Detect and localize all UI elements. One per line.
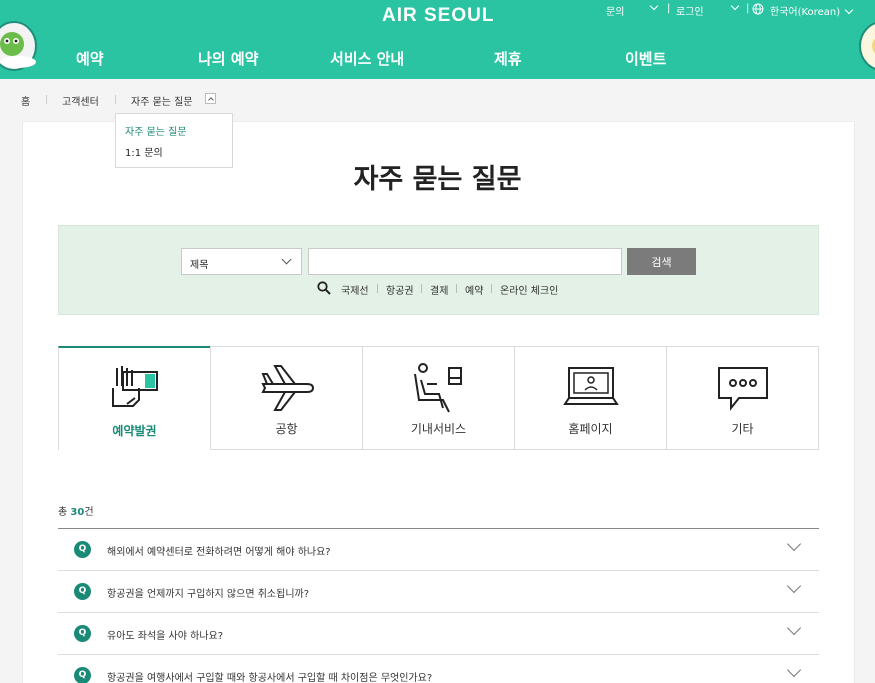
result-count: 총 30건 — [58, 503, 94, 518]
language-select[interactable]: 한국어(Korean) — [770, 3, 854, 18]
chevron-down-icon[interactable] — [645, 1, 659, 14]
tab-label: 공항 — [275, 422, 298, 436]
count-number: 30 — [70, 507, 85, 518]
breadcrumb-toggle-chevron-up-icon[interactable] — [205, 93, 216, 104]
chevron-down-icon — [786, 662, 802, 678]
breadcrumb-home[interactable]: 홈 — [21, 93, 30, 108]
ticket-hand-icon — [112, 366, 158, 407]
util-divider: | — [746, 3, 750, 14]
inquiry-label: 문의 — [606, 7, 625, 18]
nav-event[interactable]: 이벤트 — [625, 48, 666, 69]
login-menu[interactable]: 로그인 — [676, 3, 704, 18]
dropdown-item-inquiry[interactable]: 1:1 문의 — [125, 144, 163, 159]
breadcrumb-faq[interactable]: 자주 묻는 질문 — [131, 93, 193, 108]
keyword-divider — [491, 284, 492, 293]
search-type-value: 제목 — [190, 260, 209, 271]
q-badge: Q — [74, 541, 91, 558]
faq-question: 해외에서 예약센터로 전화하려면 어떻게 해야 하나요? — [107, 547, 331, 558]
faq-item[interactable]: Q 항공권을 언제까지 구입하지 않으면 취소됩니까? — [58, 571, 819, 613]
util-divider: | — [667, 3, 671, 14]
keyword-international[interactable]: 국제선 — [341, 282, 369, 297]
q-badge: Q — [74, 583, 91, 600]
breadcrumb-customer-center[interactable]: 고객센터 — [62, 93, 99, 108]
inquiry-menu[interactable]: 문의 — [606, 3, 624, 18]
tab-label: 기타 — [731, 422, 754, 436]
seat-icon — [414, 363, 462, 413]
dropdown-item-faq[interactable]: 자주 묻는 질문 — [125, 123, 187, 138]
keyword-online-checkin[interactable]: 온라인 체크인 — [500, 282, 558, 297]
chevron-down-icon — [786, 536, 802, 552]
q-badge: Q — [74, 667, 91, 683]
chevron-down-icon — [786, 620, 802, 636]
keyword-divider — [456, 284, 457, 293]
nav-my-booking[interactable]: 나의 예약 — [198, 48, 258, 69]
q-badge: Q — [74, 625, 91, 642]
chevron-down-icon — [844, 5, 854, 15]
search-icon — [317, 281, 331, 295]
faq-item[interactable]: Q 항공권을 여행사에서 구입할 때와 항공사에서 구입할 때 차이점은 무엇인… — [58, 655, 819, 683]
faq-question: 항공권을 언제까지 구입하지 않으면 취소됩니까? — [107, 589, 310, 600]
tab-label: 예약발권 — [112, 424, 157, 438]
tab-homepage[interactable]: 홈페이지 — [514, 346, 666, 450]
tab-booking-ticketing[interactable]: 예약발권 — [58, 346, 210, 450]
keyword-divider — [377, 284, 378, 293]
keyword-payment[interactable]: 결제 — [430, 282, 448, 297]
search-type-select[interactable]: 제목 — [181, 248, 302, 275]
chevron-down-icon — [281, 254, 292, 265]
breadcrumb-divider — [46, 95, 47, 104]
mascot-right-icon — [859, 22, 875, 70]
chat-bubble-icon — [718, 367, 768, 411]
nav-reservation[interactable]: 예약 — [76, 48, 104, 69]
faq-question: 항공권을 여행사에서 구입할 때와 항공사에서 구입할 때 차이점은 무엇인가요… — [107, 673, 433, 683]
chevron-down-icon — [786, 578, 802, 594]
tab-label: 홈페이지 — [568, 422, 613, 436]
tab-airport[interactable]: 공항 — [210, 346, 362, 450]
count-suffix: 건 — [84, 507, 94, 518]
faq-item[interactable]: Q 해외에서 예약센터로 전화하려면 어떻게 해야 하나요? — [58, 529, 819, 571]
mascot-left-icon — [0, 21, 37, 71]
login-label: 로그인 — [676, 7, 704, 18]
airplane-icon — [261, 365, 315, 411]
language-label: 한국어(Korean) — [770, 7, 841, 18]
nav-partnership[interactable]: 제휴 — [494, 48, 522, 69]
nav-service-guide[interactable]: 서비스 안내 — [330, 48, 404, 69]
globe-icon — [752, 3, 764, 15]
count-prefix: 총 — [58, 507, 68, 518]
faq-question: 유아도 좌석을 사야 하나요? — [107, 631, 224, 642]
keyword-ticket[interactable]: 항공권 — [386, 282, 414, 297]
site-header: AIR SEOUL 문의 | 로그인 | 한국어(Korean) 예약 나의 예… — [0, 0, 875, 79]
keyword-reservation[interactable]: 예약 — [465, 282, 483, 297]
tab-etc[interactable]: 기타 — [666, 346, 818, 450]
keyword-divider — [421, 284, 422, 293]
breadcrumb-divider — [115, 95, 116, 104]
air-seoul-logo[interactable]: AIR SEOUL — [382, 5, 494, 27]
faq-item[interactable]: Q 유아도 좌석을 사야 하나요? — [58, 613, 819, 655]
tab-inflight-service[interactable]: 기내서비스 — [362, 346, 514, 450]
search-input[interactable] — [308, 248, 622, 275]
laptop-icon — [563, 367, 619, 405]
breadcrumb-dropdown: 자주 묻는 질문 1:1 문의 — [115, 113, 233, 168]
chevron-down-icon[interactable] — [726, 1, 740, 14]
tab-label: 기내서비스 — [410, 422, 467, 436]
search-button[interactable]: 검색 — [627, 248, 696, 275]
